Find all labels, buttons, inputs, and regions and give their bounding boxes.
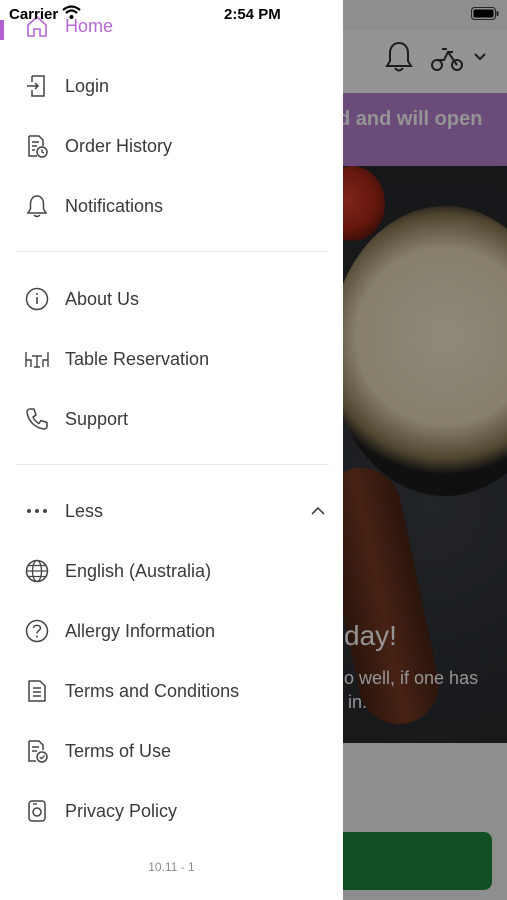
menu-item-allergy-information[interactable]: Allergy Information xyxy=(0,609,343,653)
menu-item-label: Order History xyxy=(65,135,173,156)
app-version: 10.11 - 1 xyxy=(148,860,195,874)
menu-item-privacy-policy[interactable]: Privacy Policy xyxy=(0,789,343,833)
document-check-icon xyxy=(24,738,50,764)
menu-item-label: Support xyxy=(65,408,129,429)
login-icon xyxy=(24,73,50,99)
menu-item-label: Allergy Information xyxy=(65,620,216,641)
clock: 2:54 PM xyxy=(224,6,281,23)
menu-item-label: Notifications xyxy=(65,195,164,216)
menu-item-label: English (Australia) xyxy=(65,560,212,581)
bell-icon xyxy=(24,193,50,219)
menu-item-terms-of-use[interactable]: Terms of Use xyxy=(0,729,343,773)
menu-item-login[interactable]: Login xyxy=(0,64,343,108)
info-icon xyxy=(24,286,50,312)
privacy-icon xyxy=(24,798,50,824)
divider xyxy=(16,251,329,252)
phone-icon xyxy=(24,406,50,432)
status-bar: Carrier 2:54 PM xyxy=(0,0,507,30)
menu-item-label: Privacy Policy xyxy=(65,800,178,821)
divider xyxy=(16,464,329,465)
question-icon xyxy=(24,618,50,644)
menu-item-label: Less xyxy=(65,500,104,521)
menu-item-label: Table Reservation xyxy=(65,348,210,369)
document-icon xyxy=(24,678,50,704)
table-icon xyxy=(24,346,50,372)
chevron-up-icon xyxy=(311,506,325,515)
order-history-icon xyxy=(24,133,50,159)
battery-icon xyxy=(471,7,499,20)
menu-item-label: Terms of Use xyxy=(65,740,172,761)
navigation-drawer: Home Login Order History Notifications A… xyxy=(0,0,343,900)
menu-item-notifications[interactable]: Notifications xyxy=(0,184,343,228)
globe-icon xyxy=(24,558,50,584)
menu-item-support[interactable]: Support xyxy=(0,397,343,441)
menu-item-less-toggle[interactable]: Less xyxy=(0,489,343,533)
menu-item-language[interactable]: English (Australia) xyxy=(0,549,343,593)
menu-item-order-history[interactable]: Order History xyxy=(0,124,343,168)
wifi-icon xyxy=(62,5,81,19)
menu-item-about-us[interactable]: About Us xyxy=(0,277,343,321)
menu-item-table-reservation[interactable]: Table Reservation xyxy=(0,337,343,381)
menu-item-terms-and-conditions[interactable]: Terms and Conditions xyxy=(0,669,343,713)
carrier-label: Carrier xyxy=(9,6,59,23)
more-dots-icon xyxy=(24,498,50,524)
menu-item-label: About Us xyxy=(65,288,140,309)
menu-item-label: Login xyxy=(65,75,110,96)
menu-item-label: Terms and Conditions xyxy=(65,680,240,701)
